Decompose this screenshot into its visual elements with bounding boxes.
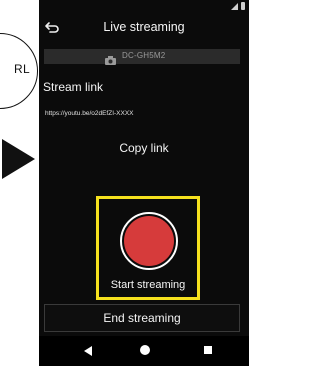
nav-back-icon[interactable] [84,346,92,356]
stream-link-heading: Stream link [43,80,104,94]
nav-recent-apps-icon[interactable] [204,346,212,354]
status-icons [231,2,245,10]
url-callout-bubble: RL [0,33,38,109]
status-bar [39,0,249,12]
camera-info-bar: DC-GH5M2 [44,49,240,65]
battery-icon [241,2,245,10]
end-streaming-button[interactable]: End streaming [44,304,240,332]
nav-home-icon[interactable] [140,345,150,355]
start-streaming-label: Start streaming [110,279,186,291]
camera-model: DC-GH5M2 [122,51,166,60]
screen: RL Live streaming DC-GH5M2 Stream link h… [0,0,249,366]
phone-screen: Live streaming DC-GH5M2 Stream link http… [39,0,249,366]
camera-icon [105,52,116,65]
page-title: Live streaming [103,20,185,34]
stream-link-url: https://youtu.be/o2dEfZI-XXXX [45,110,134,117]
url-callout-text: RL [14,62,30,76]
signal-icon [231,3,238,10]
start-streaming-button[interactable] [124,216,174,266]
copy-link-button[interactable]: Copy link [39,141,249,155]
app-header: Live streaming [39,12,249,42]
step-arrow-icon [2,139,35,179]
android-nav-bar [39,336,249,366]
